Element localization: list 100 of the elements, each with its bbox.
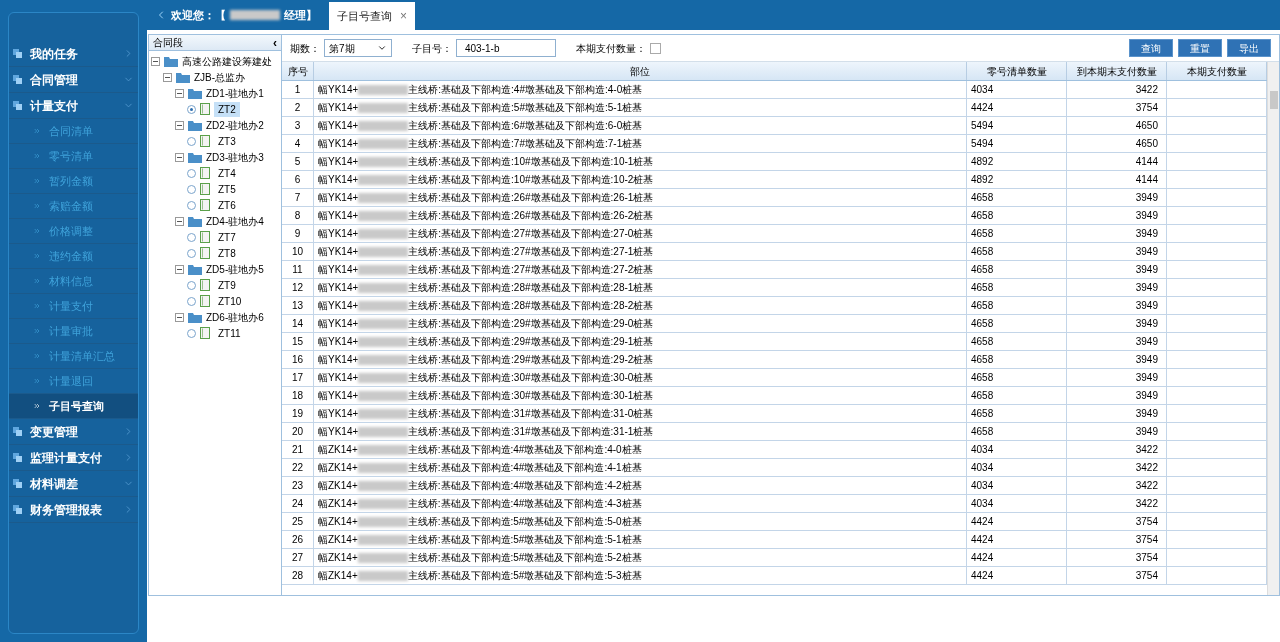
tree-item[interactable]: ZT11 xyxy=(214,325,245,341)
tree-item[interactable]: ZT6 xyxy=(214,197,240,213)
document-icon xyxy=(200,199,210,211)
table-cell: 3754 xyxy=(1067,531,1167,548)
close-button[interactable]: × xyxy=(400,7,407,25)
table-cell: 3754 xyxy=(1067,567,1167,584)
radio-button[interactable] xyxy=(187,200,196,210)
collapse-toggle-icon[interactable] xyxy=(151,56,160,66)
radio-button[interactable] xyxy=(187,168,196,178)
tree-item[interactable]: ZT2 xyxy=(214,101,240,117)
period-select[interactable]: 第7期 xyxy=(324,39,392,57)
table-cell: 18 xyxy=(282,387,314,404)
radio-button[interactable] xyxy=(187,136,196,146)
sidebar-item[interactable]: 监理计量支付 xyxy=(9,445,138,471)
collapse-toggle-icon[interactable] xyxy=(163,72,172,82)
table-cell-text: 主线桥:基础及下部构造:29#墩基础及下部构造:29-0桩基 xyxy=(408,317,654,331)
radio-button[interactable] xyxy=(187,232,196,242)
tree-item[interactable]: ZT4 xyxy=(214,165,240,181)
sidebar-item[interactable]: 变更管理 xyxy=(9,419,138,445)
tree-item[interactable]: ZT10 xyxy=(214,293,246,309)
table-cell-text: 幅YK14+ xyxy=(318,353,359,367)
table-cell-text: 幅YK14+ xyxy=(318,191,359,205)
document-icon xyxy=(200,327,210,339)
radio-button[interactable] xyxy=(187,248,196,258)
sidebar-item[interactable]: 计量支付 xyxy=(9,93,138,119)
table-cell-text: 主线桥:基础及下部构造:27#墩基础及下部构造:27-1桩基 xyxy=(408,245,654,259)
document-icon xyxy=(200,231,210,243)
tree-item[interactable]: ZD6-驻地办6 xyxy=(206,309,264,325)
sidebar-item[interactable]: 我的任务 xyxy=(9,41,138,67)
collapse-toggle-icon[interactable] xyxy=(175,88,184,98)
table-cell-text: 主线桥:基础及下部构造:27#墩基础及下部构造:27-0桩基 xyxy=(408,227,654,241)
tree-item[interactable]: ZT8 xyxy=(214,245,240,261)
tree-item[interactable]: ZT7 xyxy=(214,229,240,245)
panel-title: 合同段 xyxy=(153,36,184,50)
radio-button[interactable] xyxy=(187,184,196,194)
table-cell-text: 主线桥:基础及下部构造:26#墩基础及下部构造:26-1桩基 xyxy=(408,191,654,205)
tree-item[interactable]: ZD4-驻地办4 xyxy=(206,213,264,229)
table-cell-text: 主线桥:基础及下部构造:28#墩基础及下部构造:28-1桩基 xyxy=(408,281,654,295)
tree-item[interactable]: ZT3 xyxy=(214,133,240,149)
checkbox[interactable] xyxy=(650,42,661,54)
blurred-patch xyxy=(358,228,409,239)
tree-item[interactable]: ZT5 xyxy=(214,181,240,197)
column-header[interactable]: 零号清单数量 xyxy=(967,62,1067,80)
table-cell: 3949 xyxy=(1067,225,1167,242)
collapse-button[interactable]: ‹ xyxy=(273,36,277,49)
table-cell: 4034 xyxy=(967,81,1067,98)
radio-button[interactable] xyxy=(187,328,196,338)
action-button[interactable]: 重置 xyxy=(1178,39,1222,57)
table-cell: 4658 xyxy=(967,387,1067,404)
table-cell: 20 xyxy=(282,423,314,440)
field-label: 期数： xyxy=(290,41,320,56)
sidebar-item[interactable]: 合同管理 xyxy=(9,67,138,93)
item-number-input[interactable]: 403-1-b xyxy=(456,39,556,57)
collapse-toggle-icon[interactable] xyxy=(175,120,184,130)
table-cell: 3949 xyxy=(1067,189,1167,206)
column-header[interactable]: 部位 xyxy=(314,62,967,80)
column-header[interactable]: 到本期末支付数量 xyxy=(1067,62,1167,80)
table-cell: 4034 xyxy=(967,477,1067,494)
table-cell: 2 xyxy=(282,99,314,116)
table-cell-text: 主线桥:基础及下部构造:26#墩基础及下部构造:26-2桩基 xyxy=(408,209,654,223)
table-cell-text: 主线桥:基础及下部构造:29#墩基础及下部构造:29-1桩基 xyxy=(408,335,654,349)
column-header[interactable]: 序号 xyxy=(282,62,314,80)
sidebar-subitem[interactable]: 子目号查询 xyxy=(9,394,138,419)
table-cell: 4144 xyxy=(1067,171,1167,188)
table-cell: 5 xyxy=(282,153,314,170)
chevron-icon xyxy=(33,327,41,335)
table-cell: 23 xyxy=(282,477,314,494)
blurred-patch xyxy=(358,210,409,221)
sidebar-item[interactable]: 材料调差 xyxy=(9,471,138,497)
action-button[interactable]: 查询 xyxy=(1129,39,1173,57)
table-cell-text: 主线桥:基础及下部构造:7#墩基础及下部构造:7-1桩基 xyxy=(408,137,643,151)
collapse-toggle-icon[interactable] xyxy=(175,264,184,274)
scrollbar[interactable] xyxy=(1267,62,1279,595)
tree-item[interactable]: ZJB-总监办 xyxy=(194,69,246,85)
table-cell-text: 幅YK14+ xyxy=(318,335,359,349)
table-cell: 4424 xyxy=(967,531,1067,548)
tree-item[interactable]: ZD3-驻地办3 xyxy=(206,149,264,165)
sidebar-item[interactable]: 财务管理报表 xyxy=(9,497,138,523)
table-cell: 28 xyxy=(282,567,314,584)
tree-item[interactable]: 高速公路建设筹建处 xyxy=(182,53,272,69)
document-icon xyxy=(200,135,210,147)
tree-item[interactable]: ZD2-驻地办2 xyxy=(206,117,264,133)
table-cell-text: 主线桥:基础及下部构造:6#墩基础及下部构造:6-0桩基 xyxy=(408,119,643,133)
radio-button[interactable] xyxy=(187,296,196,306)
radio-button[interactable] xyxy=(187,280,196,290)
tree-item[interactable]: ZD1-驻地办1 xyxy=(206,85,264,101)
field-label: 子目号： xyxy=(412,41,452,56)
folder-icon xyxy=(164,55,178,67)
table-cell: 4658 xyxy=(967,297,1067,314)
radio-button[interactable] xyxy=(187,104,196,114)
collapse-toggle-icon[interactable] xyxy=(175,312,184,322)
collapse-toggle-icon[interactable] xyxy=(175,216,184,226)
field-label: 本期支付数量： xyxy=(576,41,646,56)
page-tab[interactable]: 子目号查询 × xyxy=(329,2,415,30)
table-cell: 3422 xyxy=(1067,81,1167,98)
tree-item[interactable]: ZT9 xyxy=(214,277,240,293)
collapse-toggle-icon[interactable] xyxy=(175,152,184,162)
table-cell-text: 幅YK14+ xyxy=(318,407,359,421)
tree-item[interactable]: ZD5-驻地办5 xyxy=(206,261,264,277)
action-button[interactable]: 导出 xyxy=(1227,39,1271,57)
